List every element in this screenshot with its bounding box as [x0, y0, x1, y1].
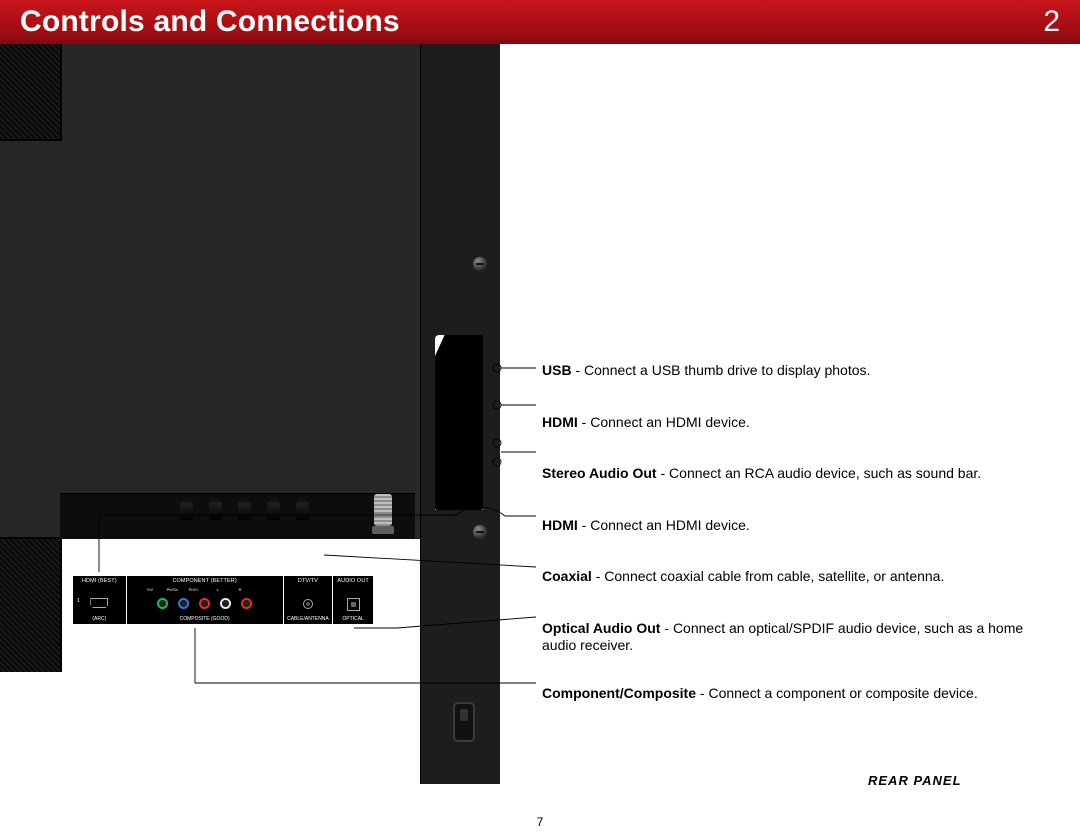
callout-bold: HDMI — [542, 517, 578, 533]
optical-icon — [347, 598, 360, 611]
callout-sep: - — [578, 517, 590, 533]
component-pb-icon — [178, 598, 189, 609]
callout-column: USB - Connect a USB thumb drive to displ… — [542, 362, 1042, 736]
callout-bold: USB — [542, 362, 572, 378]
pin-r: R — [239, 587, 242, 592]
panel-dtv-sub: CABLE/ANTENNA — [284, 616, 333, 622]
panel-hdmi-header: HDMI (BEST) — [73, 578, 126, 584]
callout-text: Connect a component or composite device. — [708, 685, 977, 701]
panel-hdmi-num: 1 — [77, 598, 80, 604]
panel-aud-sub: OPTICAL — [333, 616, 373, 622]
component-jacks — [180, 502, 309, 520]
callout-hdmi-side: HDMI - Connect an HDMI device. — [542, 414, 1042, 432]
rca-r-label: R — [475, 437, 479, 443]
callout-sep: - — [592, 568, 604, 584]
callout-sep: - — [657, 465, 669, 481]
panel-hdmi-sub: (ARC) — [73, 616, 126, 622]
callout-bold: Stereo Audio Out — [542, 465, 657, 481]
callout-text: Connect an RCA audio device, such as sou… — [669, 465, 981, 481]
callout-hdmi-bottom: HDMI - Connect an HDMI device. — [542, 517, 1042, 535]
composite-r-icon — [241, 598, 252, 609]
panel-audio-cell: AUDIO OUT OPTICAL — [333, 576, 373, 624]
callout-stereo: Stereo Audio Out - Connect an RCA audio … — [542, 465, 1042, 483]
callout-optical: Optical Audio Out - Connect an optical/S… — [542, 620, 1042, 655]
panel-comp-header: COMPONENT (BETTER) — [127, 578, 283, 584]
coax-icon — [303, 599, 313, 609]
panel-comp-sub: COMPOSITE (GOOD) — [127, 616, 283, 622]
pin-pb: Pb/Cb — [167, 587, 178, 592]
bottom-port-strip — [60, 493, 415, 539]
jack-icon — [180, 502, 193, 520]
page-number: 7 — [0, 815, 1080, 829]
chapter-number: 2 — [1043, 5, 1060, 39]
jack-icon — [296, 502, 309, 520]
side-usb-label: USB — [435, 380, 441, 410]
screw-icon — [473, 525, 487, 539]
pin-pr: Pr/Cr — [189, 587, 198, 592]
rca-white-icon — [461, 455, 472, 466]
jack-icon — [209, 502, 222, 520]
section-label: REAR PANEL — [868, 773, 962, 788]
tv-rear-illustration — [0, 44, 420, 539]
side-audio-label: AUDIO OUT — [435, 475, 447, 505]
callout-sep: - — [660, 620, 672, 636]
side-hdmi-label: HDMI (BEST) — [435, 423, 447, 453]
hdmi-icon — [90, 598, 108, 608]
page-title: Controls and Connections — [20, 5, 400, 39]
jack-icon — [267, 502, 280, 520]
side-port-plate: USB HDMI (BEST) AUDIO OUT R L — [435, 335, 483, 510]
panel-hdmi-cell: HDMI (BEST) 1 (ARC) — [73, 576, 127, 624]
component-pr-icon — [199, 598, 210, 609]
callout-bold: Component/Composite — [542, 685, 696, 701]
chapter-banner: Controls and Connections 2 — [0, 0, 1080, 44]
panel-component-cell: COMPONENT (BETTER) Y/V Pb/Cb Pr/Cr L R C… — [127, 576, 284, 624]
panel-dtv-header: DTV/TV — [284, 578, 333, 584]
rca-red-icon — [461, 435, 472, 446]
hdmi-port-icon — [458, 393, 474, 415]
composite-l-icon — [220, 598, 231, 609]
callout-bold: HDMI — [542, 414, 578, 430]
callout-usb: USB - Connect a USB thumb drive to displ… — [542, 362, 1042, 380]
power-switch-icon — [453, 702, 475, 742]
panel-aud-header: AUDIO OUT — [333, 578, 373, 584]
callout-sep: - — [578, 414, 590, 430]
component-y-icon — [157, 598, 168, 609]
jack-icon — [238, 502, 251, 520]
callout-text: Connect coaxial cable from cable, satell… — [604, 568, 944, 584]
callout-bold: Coaxial — [542, 568, 592, 584]
callout-component: Component/Composite - Connect a componen… — [542, 685, 1042, 703]
rca-l-label: L — [475, 457, 478, 463]
usb-port-icon — [460, 355, 472, 377]
callout-coax: Coaxial - Connect coaxial cable from cab… — [542, 568, 1042, 586]
pin-l: L — [217, 587, 219, 592]
callout-bold: Optical Audio Out — [542, 620, 660, 636]
bottom-label-panel: HDMI (BEST) 1 (ARC) COMPONENT (BETTER) Y… — [72, 575, 374, 625]
callout-text: Connect a USB thumb drive to display pho… — [584, 362, 870, 378]
pin-yv: Y/V — [147, 587, 153, 592]
panel-dtv-cell: DTV/TV CABLE/ANTENNA — [284, 576, 334, 624]
callout-sep: - — [696, 685, 708, 701]
coax-connector-icon — [374, 494, 392, 526]
callout-text: Connect an HDMI device. — [590, 414, 750, 430]
screw-icon — [473, 257, 487, 271]
callout-sep: - — [572, 362, 584, 378]
callout-text: Connect an HDMI device. — [590, 517, 750, 533]
